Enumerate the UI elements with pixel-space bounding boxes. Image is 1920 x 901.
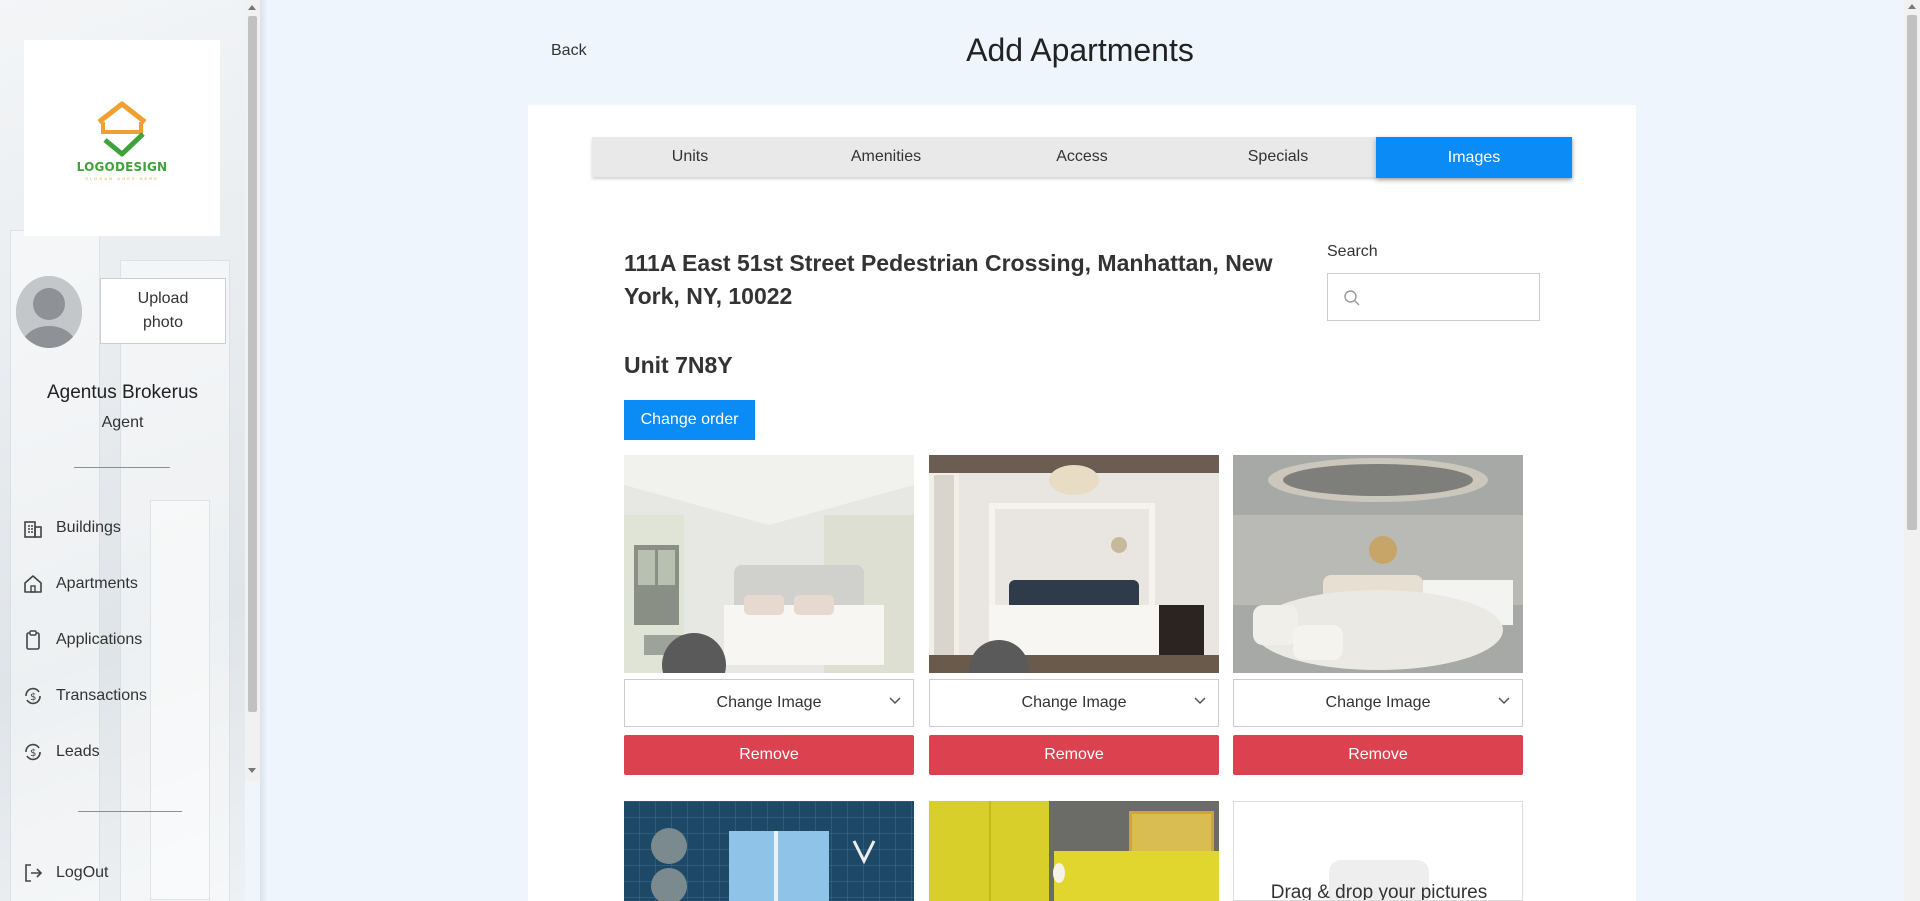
dollar-cycle-icon: $ xyxy=(25,743,41,761)
nav-label: Transactions xyxy=(56,687,147,704)
tab-bar: Units Amenities Access Specials Images xyxy=(592,137,1572,178)
unit-title: Unit 7N8Y xyxy=(624,352,733,378)
apartment-photo xyxy=(1233,455,1523,673)
chevron-down-icon xyxy=(1498,697,1510,705)
tab-images[interactable]: Images xyxy=(1376,137,1572,178)
dropzone-text: Drag & drop your pictures xyxy=(1270,882,1488,901)
house-logo-icon xyxy=(97,101,147,156)
tab-amenities[interactable]: Amenities xyxy=(788,137,984,177)
nav-label: Buildings xyxy=(56,519,121,536)
sidebar-scroll-thumb[interactable] xyxy=(248,16,257,712)
sidebar: LOGODESIGN SLOGAN GOES HERE Upload photo… xyxy=(0,0,245,901)
chevron-down-icon xyxy=(889,697,901,705)
nav-item-transactions[interactable]: $ Transactions xyxy=(22,685,147,707)
nav-item-apartments[interactable]: Apartments xyxy=(22,573,138,595)
change-order-button[interactable]: Change order xyxy=(624,400,755,440)
chevron-down-icon xyxy=(1194,697,1206,705)
svg-text:$: $ xyxy=(30,748,36,759)
apartment-photo xyxy=(929,455,1219,673)
home-icon xyxy=(24,575,42,593)
tab-access[interactable]: Access xyxy=(984,137,1180,177)
change-image-label: Change Image xyxy=(716,694,822,711)
logo-text: LOGODESIGN xyxy=(76,159,168,174)
nav-item-buildings[interactable]: Buildings xyxy=(22,517,121,539)
scroll-up-arrow-icon[interactable] xyxy=(248,5,256,10)
building-address: 111A East 51st Street Pedestrian Crossin… xyxy=(624,250,1273,309)
nav-item-applications[interactable]: Applications xyxy=(22,629,142,651)
tab-specials[interactable]: Specials xyxy=(1180,137,1376,177)
sidebar-divider xyxy=(74,467,170,468)
page-title: Add Apartments xyxy=(966,32,1194,68)
remove-image-button[interactable]: Remove xyxy=(1233,735,1523,775)
page-scroll-thumb[interactable] xyxy=(1907,15,1917,530)
room-photo-image xyxy=(929,801,1219,901)
remove-image-button[interactable]: Remove xyxy=(624,735,914,775)
user-name: Agentus Brokerus xyxy=(46,382,199,403)
apartment-photo xyxy=(624,801,914,901)
search-icon xyxy=(1344,290,1360,306)
sidebar-divider xyxy=(78,811,182,812)
svg-text:$: $ xyxy=(30,692,36,703)
logo-slogan: SLOGAN GOES HERE xyxy=(85,175,159,181)
bedroom-photo-image xyxy=(1233,455,1523,673)
change-image-label: Change Image xyxy=(1021,694,1127,711)
bathroom-photo-image xyxy=(624,801,914,901)
nav-item-leads[interactable]: $ Leads xyxy=(22,741,100,763)
search-input[interactable] xyxy=(1368,282,1528,312)
upload-photo-button[interactable]: Upload photo xyxy=(100,278,226,344)
search-label: Search xyxy=(1327,243,1378,260)
sidebar-bg-building xyxy=(150,500,210,900)
nav-label: Applications xyxy=(56,631,143,648)
user-silhouette-icon xyxy=(16,276,82,348)
scroll-down-arrow-icon[interactable] xyxy=(248,768,256,773)
logout-label: LogOut xyxy=(56,864,109,881)
back-link[interactable]: Back xyxy=(551,42,587,60)
avatar xyxy=(16,276,82,348)
search-field[interactable] xyxy=(1327,273,1540,321)
tab-units[interactable]: Units xyxy=(592,137,788,177)
change-image-label: Change Image xyxy=(1325,694,1431,711)
image-dropzone[interactable]: Drag & drop your pictures xyxy=(1233,801,1523,901)
company-logo: LOGODESIGN SLOGAN GOES HERE xyxy=(24,40,220,236)
change-image-dropdown[interactable]: Change Image xyxy=(1233,679,1523,727)
scroll-up-arrow-icon[interactable] xyxy=(1908,4,1916,9)
nav-label: Apartments xyxy=(56,575,138,592)
sidebar-scrollbar[interactable] xyxy=(245,0,260,782)
building-icon xyxy=(24,521,42,538)
user-role: Agent xyxy=(101,414,144,431)
sidebar-shadow xyxy=(260,0,268,901)
logout-button[interactable]: LogOut xyxy=(22,862,108,884)
apartment-photo xyxy=(624,455,914,673)
dollar-cycle-icon: $ xyxy=(25,687,41,705)
bedroom-photo-image xyxy=(624,455,914,673)
logout-icon xyxy=(25,864,43,882)
nav-label: Leads xyxy=(56,743,100,760)
bedroom-photo-image xyxy=(929,455,1219,673)
remove-image-button[interactable]: Remove xyxy=(929,735,1219,775)
clipboard-icon xyxy=(26,630,40,650)
apartment-photo xyxy=(929,801,1219,901)
change-image-dropdown[interactable]: Change Image xyxy=(929,679,1219,727)
change-image-dropdown[interactable]: Change Image xyxy=(624,679,914,727)
page-scrollbar[interactable] xyxy=(1904,0,1920,901)
